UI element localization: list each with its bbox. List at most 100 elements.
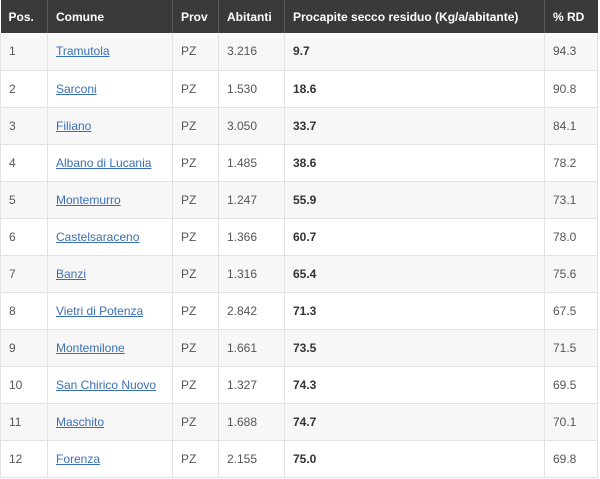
table-row: 10 San Chirico Nuovo PZ 1.327 74.3 69.5 [0,366,598,404]
cell-pos: 2 [0,70,48,108]
table-row: 3 Filiano PZ 3.050 33.7 84.1 [0,107,598,145]
comune-link[interactable]: Albano di Lucania [56,156,151,170]
header-rd: % RD [544,0,598,33]
cell-pos: 10 [0,366,48,404]
cell-procapite: 73.5 [284,329,545,367]
cell-rd: 71.5 [544,329,598,367]
cell-comune: Albano di Lucania [47,144,173,182]
header-prov: Prov [172,0,219,33]
cell-pos: 8 [0,292,48,330]
cell-comune: Vietri di Potenza [47,292,173,330]
cell-procapite: 38.6 [284,144,545,182]
cell-abitanti: 1.530 [218,70,285,108]
cell-rd: 75.6 [544,255,598,293]
cell-rd: 69.8 [544,440,598,478]
cell-comune: Filiano [47,107,173,145]
cell-procapite: 55.9 [284,181,545,219]
cell-procapite: 74.3 [284,366,545,404]
table-row: 4 Albano di Lucania PZ 1.485 38.6 78.2 [0,144,598,182]
ranking-table: Pos. Comune Prov Abitanti Procapite secc… [0,0,598,478]
cell-procapite: 9.7 [284,33,545,71]
cell-comune: Banzi [47,255,173,293]
cell-prov: PZ [172,255,219,293]
cell-prov: PZ [172,218,219,256]
header-procapite: Procapite secco residuo (Kg/a/abitante) [284,0,545,33]
table-row: 6 Castelsaraceno PZ 1.366 60.7 78.0 [0,218,598,256]
table-row: 12 Forenza PZ 2.155 75.0 69.8 [0,440,598,478]
comune-link[interactable]: Maschito [56,415,104,429]
comune-link[interactable]: Montemilone [56,341,125,355]
cell-pos: 3 [0,107,48,145]
table-row: 1 Tramutola PZ 3.216 9.7 94.3 [0,33,598,71]
cell-rd: 78.2 [544,144,598,182]
cell-pos: 9 [0,329,48,367]
cell-pos: 11 [0,403,48,441]
cell-abitanti: 1.316 [218,255,285,293]
cell-prov: PZ [172,181,219,219]
cell-pos: 7 [0,255,48,293]
cell-procapite: 33.7 [284,107,545,145]
cell-comune: Maschito [47,403,173,441]
cell-comune: Montemurro [47,181,173,219]
table-row: 5 Montemurro PZ 1.247 55.9 73.1 [0,181,598,219]
cell-rd: 69.5 [544,366,598,404]
table-row: 9 Montemilone PZ 1.661 73.5 71.5 [0,329,598,367]
cell-abitanti: 1.327 [218,366,285,404]
cell-procapite: 75.0 [284,440,545,478]
cell-abitanti: 1.485 [218,144,285,182]
cell-procapite: 18.6 [284,70,545,108]
cell-rd: 90.8 [544,70,598,108]
cell-procapite: 74.7 [284,403,545,441]
table-header: Pos. Comune Prov Abitanti Procapite secc… [0,0,598,33]
comune-link[interactable]: San Chirico Nuovo [56,378,156,392]
cell-comune: Tramutola [47,33,173,71]
cell-prov: PZ [172,329,219,367]
cell-rd: 73.1 [544,181,598,219]
cell-prov: PZ [172,33,219,71]
table-body: 1 Tramutola PZ 3.216 9.7 94.3 2 Sarconi PZ 1.530 1… [0,33,598,478]
cell-pos: 5 [0,181,48,219]
cell-prov: PZ [172,144,219,182]
cell-abitanti: 1.688 [218,403,285,441]
cell-procapite: 65.4 [284,255,545,293]
cell-rd: 78.0 [544,218,598,256]
cell-comune: Castelsaraceno [47,218,173,256]
cell-procapite: 71.3 [284,292,545,330]
cell-prov: PZ [172,440,219,478]
table-row: 2 Sarconi PZ 1.530 18.6 90.8 [0,70,598,108]
cell-prov: PZ [172,292,219,330]
table-row: 11 Maschito PZ 1.688 74.7 70.1 [0,403,598,441]
comune-link[interactable]: Forenza [56,452,100,466]
header-row: Pos. Comune Prov Abitanti Procapite secc… [0,0,598,33]
comune-link[interactable]: Sarconi [56,82,97,96]
comune-link[interactable]: Castelsaraceno [56,230,139,244]
cell-abitanti: 2.842 [218,292,285,330]
cell-abitanti: 1.247 [218,181,285,219]
cell-pos: 4 [0,144,48,182]
comune-link[interactable]: Montemurro [56,193,121,207]
table-row: 8 Vietri di Potenza PZ 2.842 71.3 67.5 [0,292,598,330]
header-pos: Pos. [0,0,48,33]
header-comune: Comune [47,0,173,33]
cell-prov: PZ [172,403,219,441]
cell-pos: 12 [0,440,48,478]
comune-link[interactable]: Filiano [56,119,91,133]
cell-prov: PZ [172,70,219,108]
comune-link[interactable]: Vietri di Potenza [56,304,143,318]
cell-pos: 1 [0,33,48,71]
cell-rd: 94.3 [544,33,598,71]
cell-comune: Montemilone [47,329,173,367]
cell-rd: 70.1 [544,403,598,441]
cell-rd: 67.5 [544,292,598,330]
cell-prov: PZ [172,107,219,145]
comune-link[interactable]: Tramutola [56,44,110,58]
cell-abitanti: 2.155 [218,440,285,478]
cell-pos: 6 [0,218,48,256]
cell-rd: 84.1 [544,107,598,145]
cell-abitanti: 1.661 [218,329,285,367]
cell-comune: San Chirico Nuovo [47,366,173,404]
header-abitanti: Abitanti [218,0,285,33]
comune-link[interactable]: Banzi [56,267,86,281]
cell-comune: Sarconi [47,70,173,108]
table-row: 7 Banzi PZ 1.316 65.4 75.6 [0,255,598,293]
